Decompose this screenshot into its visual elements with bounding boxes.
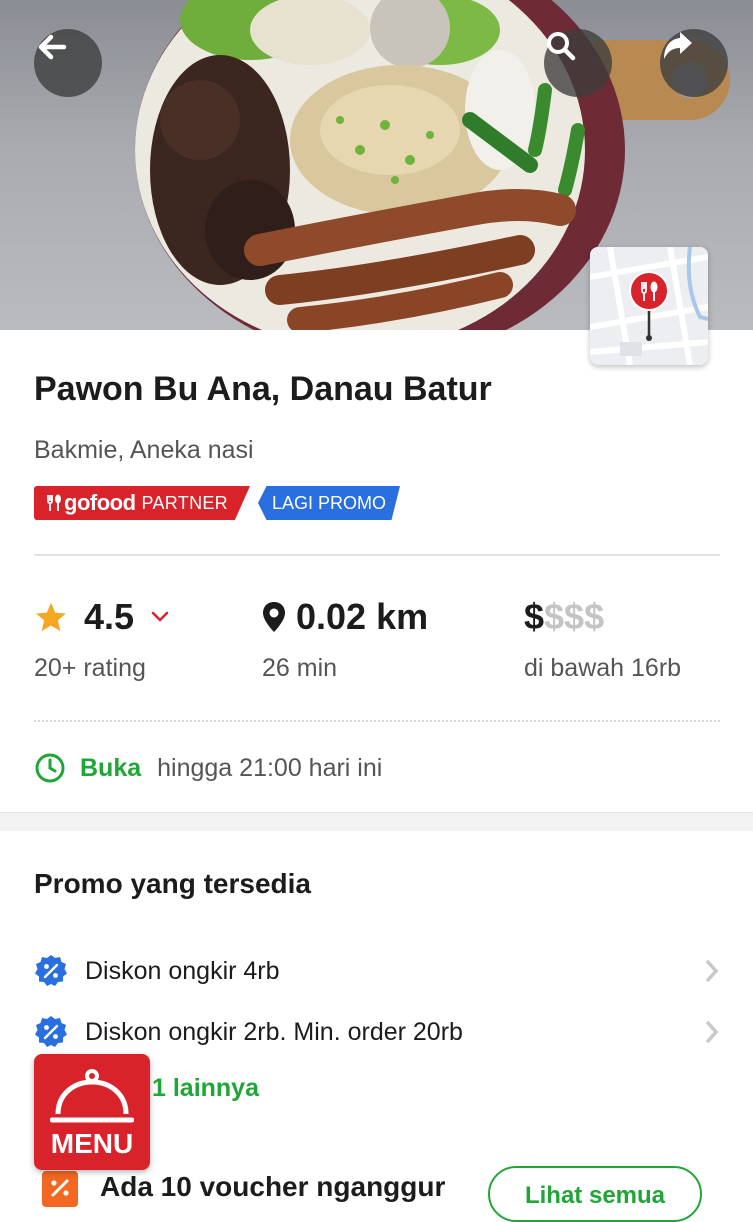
discount-badge-icon xyxy=(35,1016,67,1047)
search-button[interactable] xyxy=(544,29,612,97)
more-promos-link[interactable]: 1 lainnya xyxy=(152,1074,259,1103)
rating-count: 20+ rating xyxy=(34,654,146,682)
promo-item[interactable]: Diskon ongkir 4rb xyxy=(34,951,720,991)
distance-stat: 0.02 km xyxy=(262,596,428,638)
discount-badge-icon xyxy=(35,955,67,986)
chevron-down-icon xyxy=(151,611,169,622)
promo-item[interactable]: Diskon ongkir 2rb. Min. order 20rb xyxy=(34,1012,720,1052)
menu-button[interactable]: MENU xyxy=(34,1054,150,1170)
voucher-text: Ada 10 voucher nganggur xyxy=(100,1171,446,1202)
open-until: hingga 21:00 hari ini xyxy=(157,753,383,782)
price-note: di bawah 16rb xyxy=(524,654,682,682)
voucher-icon xyxy=(42,1171,78,1207)
rating-stat[interactable]: 4.5 xyxy=(34,596,170,638)
restaurant-pin-icon xyxy=(629,271,669,341)
star-icon xyxy=(36,602,66,632)
distance-value: 0.02 km xyxy=(296,596,429,637)
promo-badge: LAGI PROMO xyxy=(258,486,400,520)
open-status: Buka xyxy=(80,753,142,782)
divider xyxy=(34,554,720,556)
partner-label: PARTNER xyxy=(141,492,228,513)
restaurant-name: Pawon Bu Ana, Danau Batur xyxy=(34,370,492,408)
promo-item-label: Diskon ongkir 2rb. Min. order 20rb xyxy=(85,1017,463,1046)
price-level-inactive: $$$ xyxy=(544,596,605,637)
chevron-right-icon xyxy=(706,1021,719,1043)
delivery-time: 26 min xyxy=(262,654,338,682)
location-pin-icon xyxy=(263,602,285,632)
price-level: $ $$$ xyxy=(524,596,604,638)
clock-icon xyxy=(35,753,65,783)
share-icon xyxy=(664,32,692,59)
opening-hours: Buka hingga 21:00 hari ini xyxy=(34,752,382,784)
see-all-button[interactable]: Lihat semua xyxy=(488,1166,702,1222)
gofood-logo-text: gofood xyxy=(64,490,136,515)
price-level-active: $ xyxy=(524,596,545,637)
restaurant-cuisine: Bakmie, Aneka nasi xyxy=(34,436,254,464)
promo-section-title: Promo yang tersedia xyxy=(34,868,311,899)
back-arrow-icon xyxy=(38,34,67,60)
rating-value: 4.5 xyxy=(84,596,135,637)
back-button[interactable] xyxy=(34,29,102,97)
gofood-partner-badge: gofood PARTNER xyxy=(34,486,250,520)
search-icon xyxy=(547,32,576,61)
section-separator xyxy=(0,812,753,831)
promo-item-label: Diskon ongkir 4rb xyxy=(85,956,280,985)
food-cloche-icon xyxy=(50,1069,134,1123)
chevron-right-icon xyxy=(706,960,719,982)
dotted-divider xyxy=(34,720,720,722)
share-button[interactable] xyxy=(660,29,728,97)
cutlery-icon xyxy=(47,494,61,511)
location-map-thumbnail[interactable] xyxy=(590,247,708,365)
menu-button-label: MENU xyxy=(50,1128,134,1159)
